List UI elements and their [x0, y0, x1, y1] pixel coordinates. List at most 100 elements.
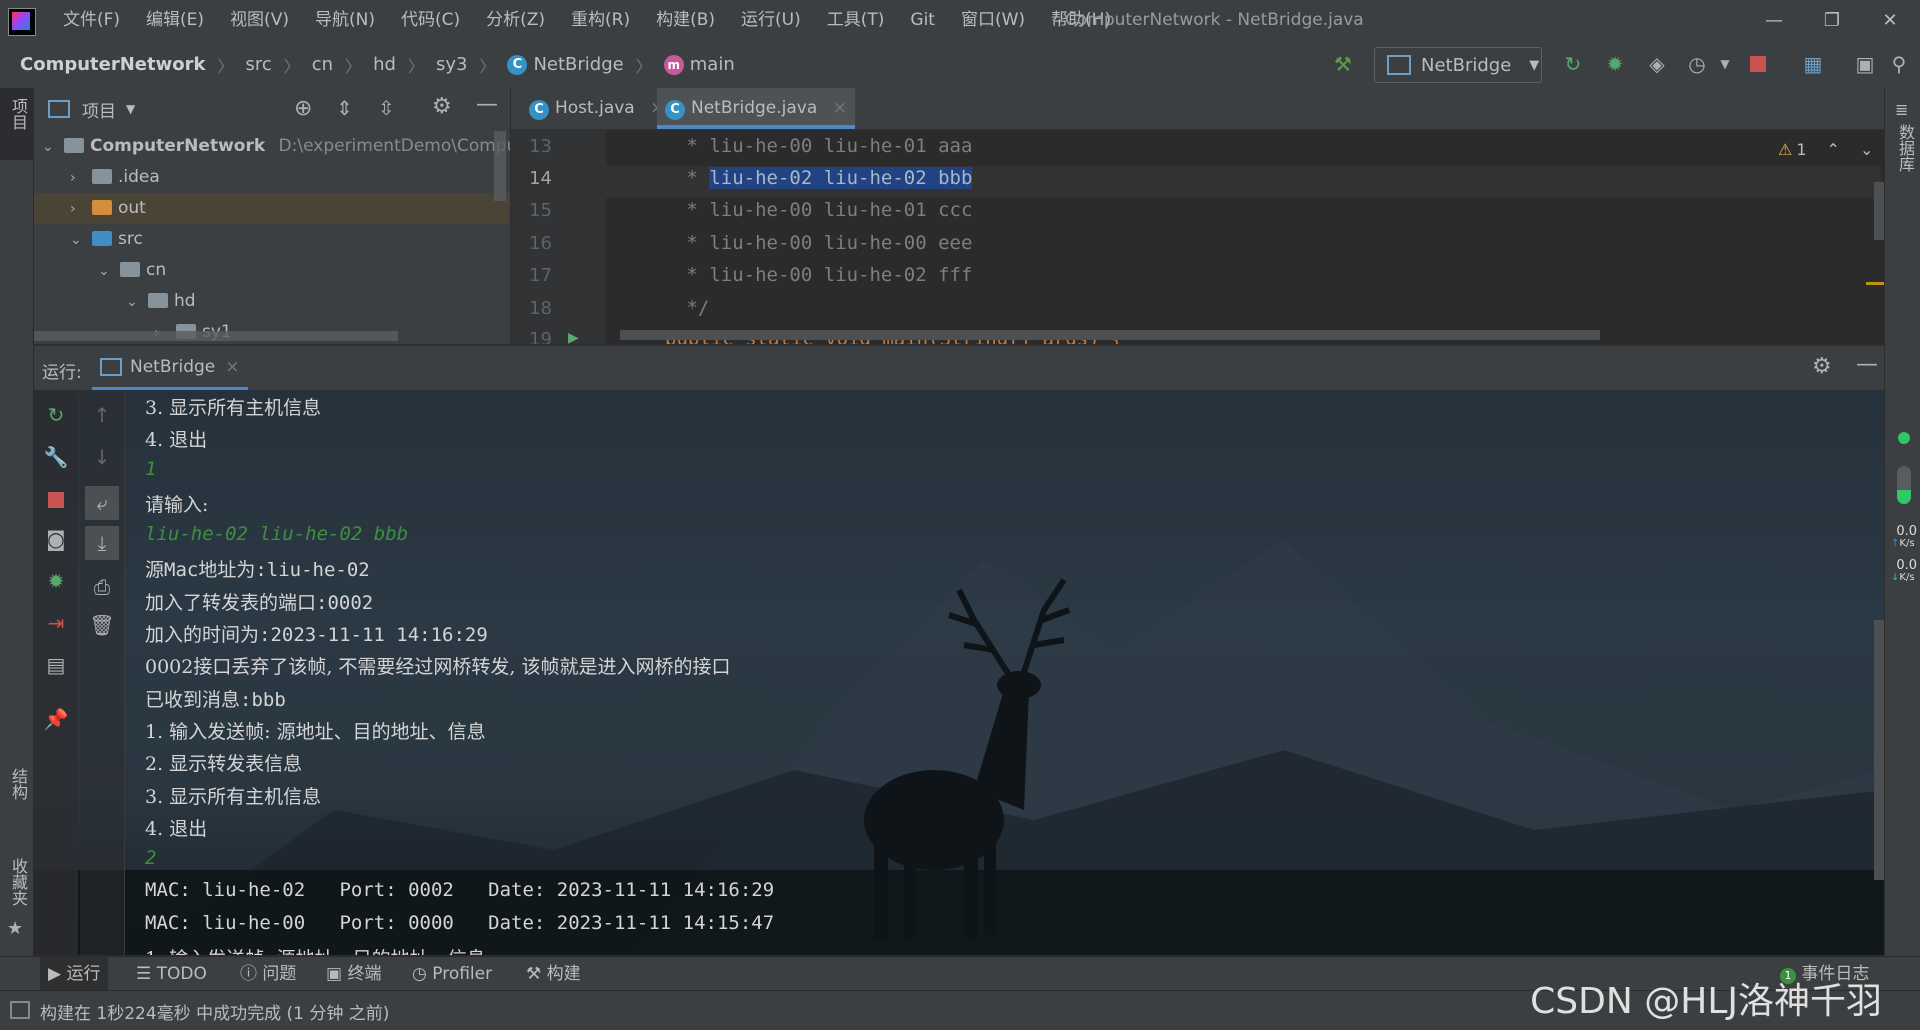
- chevron-up-icon[interactable]: ⌃: [1827, 140, 1840, 159]
- pin-icon[interactable]: 📌: [43, 706, 69, 732]
- close-tab-icon[interactable]: ×: [225, 357, 239, 377]
- crumb-project[interactable]: ComputerNetwork: [20, 54, 205, 75]
- run-config-selector[interactable]: NetBridge ▼: [1374, 47, 1542, 83]
- inspection-widget[interactable]: ⚠ 1 ⌃ ⌄: [1778, 140, 1873, 159]
- code-line: * liu-he-00 liu-he-01 aaa: [675, 135, 973, 157]
- crumb-hd[interactable]: hd: [373, 54, 396, 75]
- editor-hscrollbar[interactable]: [620, 330, 1600, 340]
- tree-item-src[interactable]: ⌄ src: [70, 224, 143, 255]
- stop-icon[interactable]: [48, 492, 64, 508]
- menu-git[interactable]: Git: [897, 0, 948, 41]
- vertical-scrollbar[interactable]: [494, 131, 506, 201]
- wrench-icon[interactable]: 🔧: [43, 444, 69, 470]
- layout-icon[interactable]: ▤: [43, 652, 69, 678]
- minimize-button[interactable]: —: [1745, 0, 1803, 41]
- tool-label: 运行: [66, 964, 101, 984]
- tree-item-out[interactable]: › out: [34, 193, 510, 224]
- warning-marker[interactable]: [1866, 282, 1884, 285]
- profile-icon[interactable]: ◷: [1684, 51, 1710, 77]
- tree-item-idea[interactable]: › .idea: [70, 162, 160, 193]
- toggle-tool-windows-icon[interactable]: [10, 1001, 30, 1019]
- tree-item-hd[interactable]: ⌄ hd: [126, 286, 196, 317]
- menu-code[interactable]: 代码(C): [388, 0, 473, 41]
- tool-label: 构建: [546, 964, 581, 984]
- crumb-method[interactable]: main: [690, 54, 735, 75]
- console-line: 2. 显示转发表信息: [145, 753, 303, 775]
- chevron-down-icon[interactable]: ⌄: [1860, 140, 1873, 159]
- hide-panel-icon[interactable]: —: [476, 92, 498, 117]
- structure-tool-button[interactable]: 结构: [6, 768, 30, 800]
- crumb-cn[interactable]: cn: [312, 54, 333, 75]
- crumb-src[interactable]: src: [245, 54, 271, 75]
- close-button[interactable]: ✕: [1861, 0, 1919, 41]
- horizontal-scrollbar[interactable]: [34, 331, 398, 341]
- restore-button[interactable]: ❐: [1803, 0, 1861, 41]
- crumb-class[interactable]: NetBridge: [533, 54, 623, 75]
- tool-label: Profiler: [432, 964, 493, 984]
- problems-tool-button[interactable]: ⓘ 问题: [240, 957, 296, 991]
- camera-icon[interactable]: ◙: [43, 526, 69, 552]
- run-anything-icon[interactable]: ▣: [1852, 51, 1878, 77]
- run-tool-button[interactable]: ▶ 运行: [40, 957, 109, 991]
- console-line: MAC: liu-he-00 Port: 0000 Date: 2023-11-…: [145, 912, 775, 934]
- console-vscrollbar[interactable]: [1874, 620, 1884, 880]
- tree-item-cn[interactable]: ⌄ cn: [98, 255, 166, 286]
- tab-netbridge-java[interactable]: C NetBridge.java ×: [657, 88, 855, 129]
- scroll-to-end-icon[interactable]: ⤓: [85, 526, 119, 560]
- todo-tool-button[interactable]: ☰ TODO: [136, 957, 207, 991]
- menu-file[interactable]: 文件(F): [50, 0, 133, 41]
- run-gutter-icon[interactable]: ▶: [568, 330, 579, 344]
- print-icon[interactable]: ⎙: [89, 574, 115, 600]
- search-icon[interactable]: ⚲: [1886, 51, 1912, 77]
- menu-window[interactable]: 窗口(W): [948, 0, 1038, 41]
- close-tab-icon[interactable]: ×: [833, 98, 847, 118]
- rerun-icon[interactable]: ↻: [43, 402, 69, 428]
- net-up-unit: ↑K/s: [1891, 538, 1915, 549]
- arrow-up-icon[interactable]: ↑: [89, 402, 115, 428]
- tab-host-java[interactable]: CHost.java ×: [521, 88, 672, 129]
- favorites-tool-button[interactable]: 收藏夹: [6, 858, 30, 906]
- debug-icon[interactable]: ✹: [1602, 51, 1628, 77]
- menu-navigate[interactable]: 导航(N): [302, 0, 388, 41]
- exit-icon[interactable]: ⇥: [43, 610, 69, 636]
- run-config-label: NetBridge: [1421, 54, 1512, 76]
- stop-icon[interactable]: [1750, 56, 1766, 72]
- dropdown-arrow-icon[interactable]: ▼: [126, 102, 135, 116]
- hammer-build-icon[interactable]: ⚒: [1330, 51, 1356, 77]
- trash-icon[interactable]: 🗑: [89, 612, 115, 638]
- line-number: 19: [529, 329, 552, 344]
- run-tab-label: NetBridge: [130, 356, 216, 377]
- profiler-tool-button[interactable]: ◷ Profiler: [412, 957, 492, 991]
- hide-panel-icon[interactable]: —: [1856, 352, 1878, 377]
- rerun-icon[interactable]: ↻: [1560, 51, 1586, 77]
- line-number: 17: [529, 265, 552, 286]
- menu-edit[interactable]: 编辑(E): [133, 0, 217, 41]
- database-tool-button[interactable]: 数据库: [1893, 124, 1917, 172]
- soft-wrap-icon[interactable]: ⤶: [85, 486, 119, 520]
- crumb-sy3[interactable]: sy3: [436, 54, 467, 75]
- more-run-options-icon[interactable]: ▼: [1712, 51, 1738, 77]
- project-view-label[interactable]: 项目: [82, 97, 116, 122]
- project-structure-icon[interactable]: ▦: [1800, 51, 1826, 77]
- arrow-down-icon[interactable]: ↓: [89, 444, 115, 470]
- menu-build[interactable]: 构建(B): [643, 0, 728, 41]
- locate-icon[interactable]: ⊕: [294, 96, 312, 121]
- run-tab-netbridge[interactable]: NetBridge ×: [92, 346, 248, 391]
- terminal-tool-button[interactable]: ▣ 终端: [326, 957, 381, 991]
- debug-icon[interactable]: ✹: [43, 568, 69, 594]
- gear-icon[interactable]: ⚙: [432, 94, 452, 119]
- menu-run[interactable]: 运行(U): [728, 0, 814, 41]
- menu-tools[interactable]: 工具(T): [814, 0, 898, 41]
- menu-refactor[interactable]: 重构(R): [558, 0, 643, 41]
- hammer-icon: ⚒: [526, 964, 542, 984]
- menu-analyze[interactable]: 分析(Z): [473, 0, 558, 41]
- console-input-line: 2: [145, 847, 157, 869]
- menu-view[interactable]: 视图(V): [217, 0, 302, 41]
- expand-all-icon[interactable]: ⇕: [336, 96, 353, 120]
- gear-icon[interactable]: ⚙: [1812, 354, 1832, 379]
- coverage-icon[interactable]: ◈: [1644, 51, 1670, 77]
- tree-item-root[interactable]: ⌄ ComputerNetwork D:\experimentDemo\Compu…: [42, 131, 510, 162]
- collapse-all-icon[interactable]: ⇳: [378, 96, 395, 120]
- project-tool-button[interactable]: 项目: [6, 98, 30, 130]
- build-tool-button[interactable]: ⚒ 构建: [526, 957, 581, 991]
